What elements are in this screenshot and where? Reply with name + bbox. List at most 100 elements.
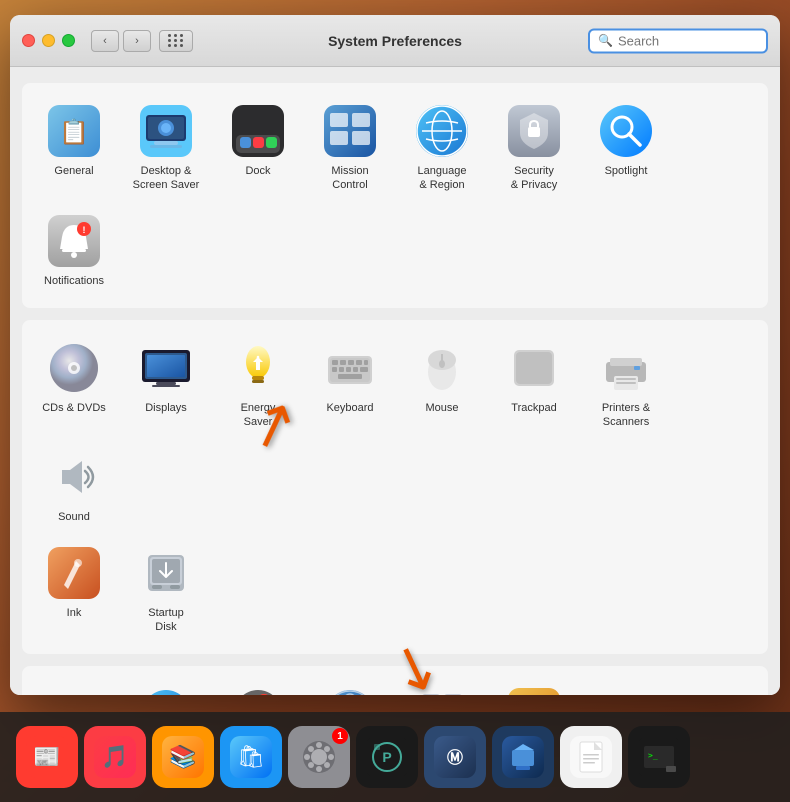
pref-sound[interactable]: Sound	[30, 441, 118, 532]
svg-text:Ⓜ: Ⓜ	[447, 748, 463, 767]
preferences-content: 📋 General	[10, 67, 780, 695]
grid-view-button[interactable]	[159, 30, 193, 52]
sysprefs-dock-icon	[298, 736, 340, 778]
trackpad-icon	[506, 340, 562, 396]
traffic-lights	[22, 34, 75, 47]
mouse-icon	[414, 340, 470, 396]
pref-general[interactable]: 📋 General	[30, 95, 118, 201]
forward-button[interactable]: ›	[123, 30, 151, 52]
title-bar: ‹ › System Preferences 🔍	[10, 15, 780, 67]
maximize-button[interactable]	[62, 34, 75, 47]
dock-music[interactable]: 🎵	[84, 726, 146, 788]
energy-label: EnergySaver	[241, 401, 276, 430]
pref-printers[interactable]: Printers &Scanners	[582, 332, 670, 438]
network-icon	[322, 686, 378, 695]
pref-icloud[interactable]: iCloud	[30, 678, 118, 695]
language-icon	[414, 103, 470, 159]
notifications-icon: !	[46, 213, 102, 269]
language-label: Language& Region	[418, 164, 467, 193]
spotlight-label: Spotlight	[605, 164, 648, 178]
pref-security[interactable]: Security& Privacy	[490, 95, 578, 201]
desktop-icon	[138, 103, 194, 159]
minimize-button[interactable]	[42, 34, 55, 47]
dock-sysprefs[interactable]: 1	[288, 726, 350, 788]
sysprefs-badge: 1	[332, 728, 348, 744]
search-input[interactable]	[618, 33, 758, 48]
appstore-icon: 🛍	[230, 736, 272, 778]
dock-document[interactable]	[560, 726, 622, 788]
dock-cleanmaster[interactable]	[492, 726, 554, 788]
ink-icon	[46, 545, 102, 601]
pixelmator-icon: P	[366, 736, 408, 778]
pref-spotlight[interactable]: Spotlight	[582, 95, 670, 201]
printers-label: Printers &Scanners	[602, 401, 650, 430]
news-icon: 📰	[26, 736, 68, 778]
close-button[interactable]	[22, 34, 35, 47]
cds-icon	[46, 340, 102, 396]
back-button[interactable]: ‹	[91, 30, 119, 52]
pref-mouse[interactable]: Mouse	[398, 332, 486, 438]
dock: 📰 🎵 📚 🛍	[0, 712, 790, 802]
section-1-items: 📋 General	[30, 95, 760, 296]
pref-trackpad[interactable]: Trackpad	[490, 332, 578, 438]
pref-software[interactable]: 1 SoftwareUpda...	[214, 678, 302, 695]
dock-pixelmator[interactable]: P	[356, 726, 418, 788]
sound-label: Sound	[58, 510, 90, 524]
pref-desktop[interactable]: Desktop &Screen Saver	[122, 95, 210, 201]
search-bar[interactable]: 🔍	[588, 28, 768, 53]
general-icon: 📋	[46, 103, 102, 159]
pref-mission[interactable]: MissionControl	[306, 95, 394, 201]
displays-icon	[138, 340, 194, 396]
pref-cds[interactable]: CDs & DVDs	[30, 332, 118, 438]
pref-network[interactable]: Network	[306, 678, 394, 695]
pref-extensions[interactable]: Extensions	[398, 678, 486, 695]
security-icon	[506, 103, 562, 159]
pref-sharing[interactable]: Sharing	[490, 678, 578, 695]
dock-icon	[230, 103, 286, 159]
dock-books[interactable]: 📚	[152, 726, 214, 788]
dock-terminal[interactable]: >_	[628, 726, 690, 788]
pref-language[interactable]: Language& Region	[398, 95, 486, 201]
dock-appstore[interactable]: 🛍	[220, 726, 282, 788]
pref-dock[interactable]: Dock	[214, 95, 302, 201]
system-preferences-window: ‹ › System Preferences 🔍	[10, 15, 780, 695]
general-label: General	[54, 164, 93, 178]
security-label: Security& Privacy	[511, 164, 557, 193]
cleanmaster-icon	[502, 736, 544, 778]
pref-startup[interactable]: StartupDisk	[122, 537, 210, 643]
svg-text:P: P	[382, 749, 391, 765]
nav-buttons: ‹ ›	[91, 30, 151, 52]
keyboard-label: Keyboard	[326, 401, 373, 415]
section-hardware: CDs & DVDs	[22, 320, 768, 654]
dock-merge[interactable]: Ⓜ	[424, 726, 486, 788]
section-2-items: CDs & DVDs	[30, 332, 760, 533]
pref-notifications[interactable]: ! Notifications	[30, 205, 118, 296]
grid-dots-icon	[168, 34, 184, 47]
section-3-items: iCloud @ InternetAccounts	[30, 678, 760, 695]
desktop-label: Desktop &Screen Saver	[133, 164, 200, 193]
dock-label: Dock	[245, 164, 270, 178]
section-personal: 📋 General	[22, 83, 768, 308]
desktop: ‹ › System Preferences 🔍	[0, 0, 790, 802]
svg-text:📰: 📰	[33, 744, 60, 769]
sharing-icon	[506, 686, 562, 695]
dock-news[interactable]: 📰	[16, 726, 78, 788]
books-icon: 📚	[162, 736, 204, 778]
pref-displays[interactable]: Displays	[122, 332, 210, 438]
mouse-label: Mouse	[425, 401, 458, 415]
section-2b-items: Ink Sta	[30, 537, 760, 643]
trackpad-label: Trackpad	[511, 401, 556, 415]
svg-text:🛍: 🛍	[237, 744, 265, 769]
startup-icon	[138, 545, 194, 601]
svg-text:📚: 📚	[169, 744, 196, 769]
svg-text:>_: >_	[648, 751, 658, 760]
pref-energy[interactable]: EnergySaver	[214, 332, 302, 438]
pref-ink[interactable]: Ink	[30, 537, 118, 643]
startup-label: StartupDisk	[148, 606, 183, 635]
terminal-icon: >_	[638, 736, 680, 778]
pref-internet[interactable]: @ InternetAccounts	[122, 678, 210, 695]
search-icon: 🔍	[598, 34, 613, 48]
notifications-label: Notifications	[44, 274, 104, 288]
energy-icon	[230, 340, 286, 396]
pref-keyboard[interactable]: Keyboard	[306, 332, 394, 438]
